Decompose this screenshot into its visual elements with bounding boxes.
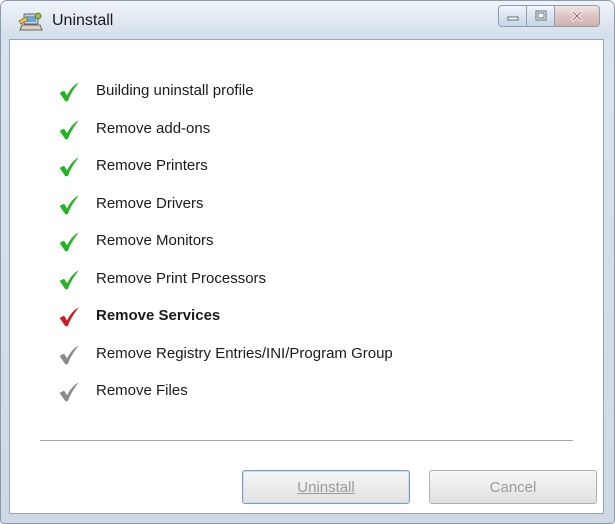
uninstall-button[interactable]: Uninstall [242, 470, 410, 504]
check-icon [59, 120, 79, 139]
step-item: Remove Printers [58, 152, 578, 182]
step-label: Remove add-ons [96, 119, 211, 137]
step-label: Building uninstall profile [96, 82, 254, 99]
check-icon [59, 195, 79, 214]
maximize-button[interactable] [526, 5, 554, 27]
window-title: Uninstall [52, 12, 114, 29]
minimize-button[interactable] [498, 5, 526, 27]
separator [40, 440, 573, 441]
cancel-button-label: Cancel [489, 478, 537, 496]
check-icon [59, 232, 79, 252]
close-icon [571, 10, 583, 22]
step-label: Remove Services [96, 307, 221, 324]
step-item: Remove add-ons [58, 115, 578, 145]
step-item: Remove Monitors [58, 227, 578, 257]
uninstall-button-label: Uninstall [297, 478, 355, 496]
step-label: Remove Registry Entries/INI/Program Grou… [96, 344, 393, 362]
check-icon [59, 270, 79, 289]
step-label: Remove Print Processors [96, 269, 267, 287]
check-icon [59, 307, 79, 327]
title-bar[interactable]: Uninstall [1, 1, 614, 39]
check-icon [59, 157, 79, 177]
uninstall-window: Uninstall Building uninstall profile Rem… [0, 0, 615, 524]
step-label: Remove Drivers [96, 194, 204, 212]
step-item: Remove Files [58, 377, 578, 407]
caption-buttons [498, 5, 600, 27]
cancel-button[interactable]: Cancel [429, 470, 597, 504]
close-button[interactable] [554, 5, 600, 27]
step-item: Building uninstall profile [58, 77, 578, 107]
step-label: Remove Files [96, 382, 188, 399]
step-label: Remove Printers [96, 157, 208, 174]
step-item: Remove Drivers [58, 190, 578, 220]
maximize-icon [535, 10, 546, 21]
step-item: Remove Services [58, 302, 578, 332]
step-label: Remove Monitors [96, 232, 214, 249]
check-icon [59, 382, 79, 402]
step-item: Remove Print Processors [58, 265, 578, 295]
dialog-content: Building uninstall profile Remove add-ons… [9, 39, 604, 514]
minimize-icon [507, 16, 518, 21]
check-icon [59, 345, 79, 364]
uninstall-computer-icon [18, 12, 43, 31]
step-item: Remove Registry Entries/INI/Program Grou… [58, 340, 578, 370]
check-icon [59, 82, 79, 102]
